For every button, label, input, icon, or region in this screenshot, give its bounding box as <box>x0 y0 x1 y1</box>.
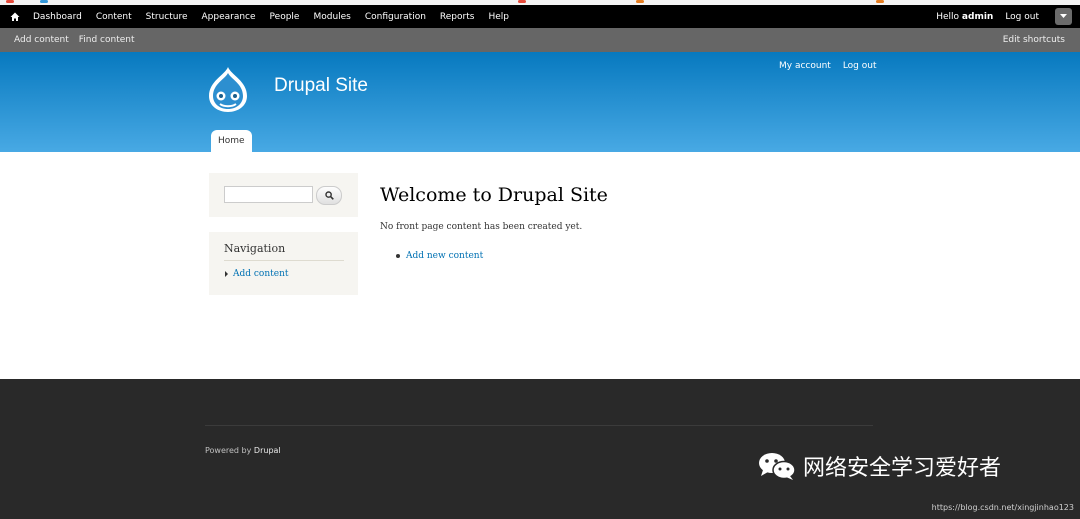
tab-favicon <box>518 0 526 3</box>
toolbar-item-reports[interactable]: Reports <box>433 12 482 22</box>
toolbar-item-dashboard[interactable]: Dashboard <box>26 12 89 22</box>
site-name[interactable]: Drupal Site <box>274 75 368 97</box>
drupal-logo[interactable] <box>205 65 251 113</box>
user-greeting: Hello admin <box>936 12 993 22</box>
powered-by: Powered by Drupal <box>205 446 281 455</box>
search-input[interactable] <box>224 186 313 203</box>
shortcuts-drawer-toggle[interactable] <box>1055 8 1072 25</box>
tab-favicon <box>6 0 14 3</box>
drupal-link[interactable]: Drupal <box>254 446 281 455</box>
greeting-prefix: Hello <box>936 11 960 22</box>
search-icon <box>324 191 334 200</box>
tab-home[interactable]: Home <box>211 130 252 152</box>
wechat-icon <box>759 453 796 480</box>
toolbar-item-configuration[interactable]: Configuration <box>358 12 433 22</box>
site-header: Drupal Site My account Log out Home <box>0 52 1080 152</box>
navigation-block: Navigation Add content <box>209 232 358 295</box>
powered-by-prefix: Powered by <box>205 446 252 455</box>
chevron-down-icon <box>1060 14 1067 18</box>
navigation-item-add-content[interactable]: Add content <box>225 269 289 279</box>
tab-favicon <box>876 0 884 3</box>
watermark-text: 网络安全学习爱好者 <box>803 456 1002 481</box>
divider <box>205 425 873 426</box>
toolbar-item-people[interactable]: People <box>263 12 307 22</box>
divider <box>224 260 344 261</box>
tab-favicon <box>636 0 644 3</box>
my-account-link[interactable]: My account <box>779 61 831 71</box>
toolbar-menu: Dashboard Content Structure Appearance P… <box>26 12 516 22</box>
list-item: Add new content <box>396 251 483 261</box>
front-page-message: No front page content has been created y… <box>380 222 583 232</box>
admin-toolbar: Dashboard Content Structure Appearance P… <box>0 5 1080 28</box>
shortcut-find-content[interactable]: Find content <box>79 35 135 45</box>
site-footer: Powered by Drupal 网络安全学习爱好者 https://blog… <box>0 379 1080 519</box>
toolbar-logout-link[interactable]: Log out <box>1005 12 1039 22</box>
toolbar-item-content[interactable]: Content <box>89 12 139 22</box>
bullet-icon <box>396 254 400 258</box>
toolbar-item-help[interactable]: Help <box>481 12 516 22</box>
tab-favicon <box>40 0 48 3</box>
navigation-item-label[interactable]: Add content <box>233 269 289 279</box>
header-logout-link[interactable]: Log out <box>843 61 877 71</box>
toolbar-item-appearance[interactable]: Appearance <box>195 12 263 22</box>
toolbar-item-structure[interactable]: Structure <box>139 12 195 22</box>
search-button[interactable] <box>316 186 342 205</box>
home-icon[interactable] <box>4 5 26 28</box>
toolbar-item-modules[interactable]: Modules <box>306 12 357 22</box>
add-new-content-link[interactable]: Add new content <box>406 251 483 261</box>
wechat-watermark: 网络安全学习爱好者 <box>757 450 1001 482</box>
shortcut-add-content[interactable]: Add content <box>14 35 69 45</box>
search-block <box>209 173 358 217</box>
page-title: Welcome to Drupal Site <box>380 184 608 206</box>
navigation-title: Navigation <box>224 242 286 255</box>
username[interactable]: admin <box>962 12 993 22</box>
shortcuts-bar: Add content Find content Edit shortcuts <box>0 28 1080 52</box>
triangle-right-icon <box>225 271 228 277</box>
edit-shortcuts-link[interactable]: Edit shortcuts <box>1003 35 1065 45</box>
secondary-menu: My account Log out <box>779 61 877 71</box>
source-url: https://blog.csdn.net/xingjinhao123 <box>931 503 1074 512</box>
